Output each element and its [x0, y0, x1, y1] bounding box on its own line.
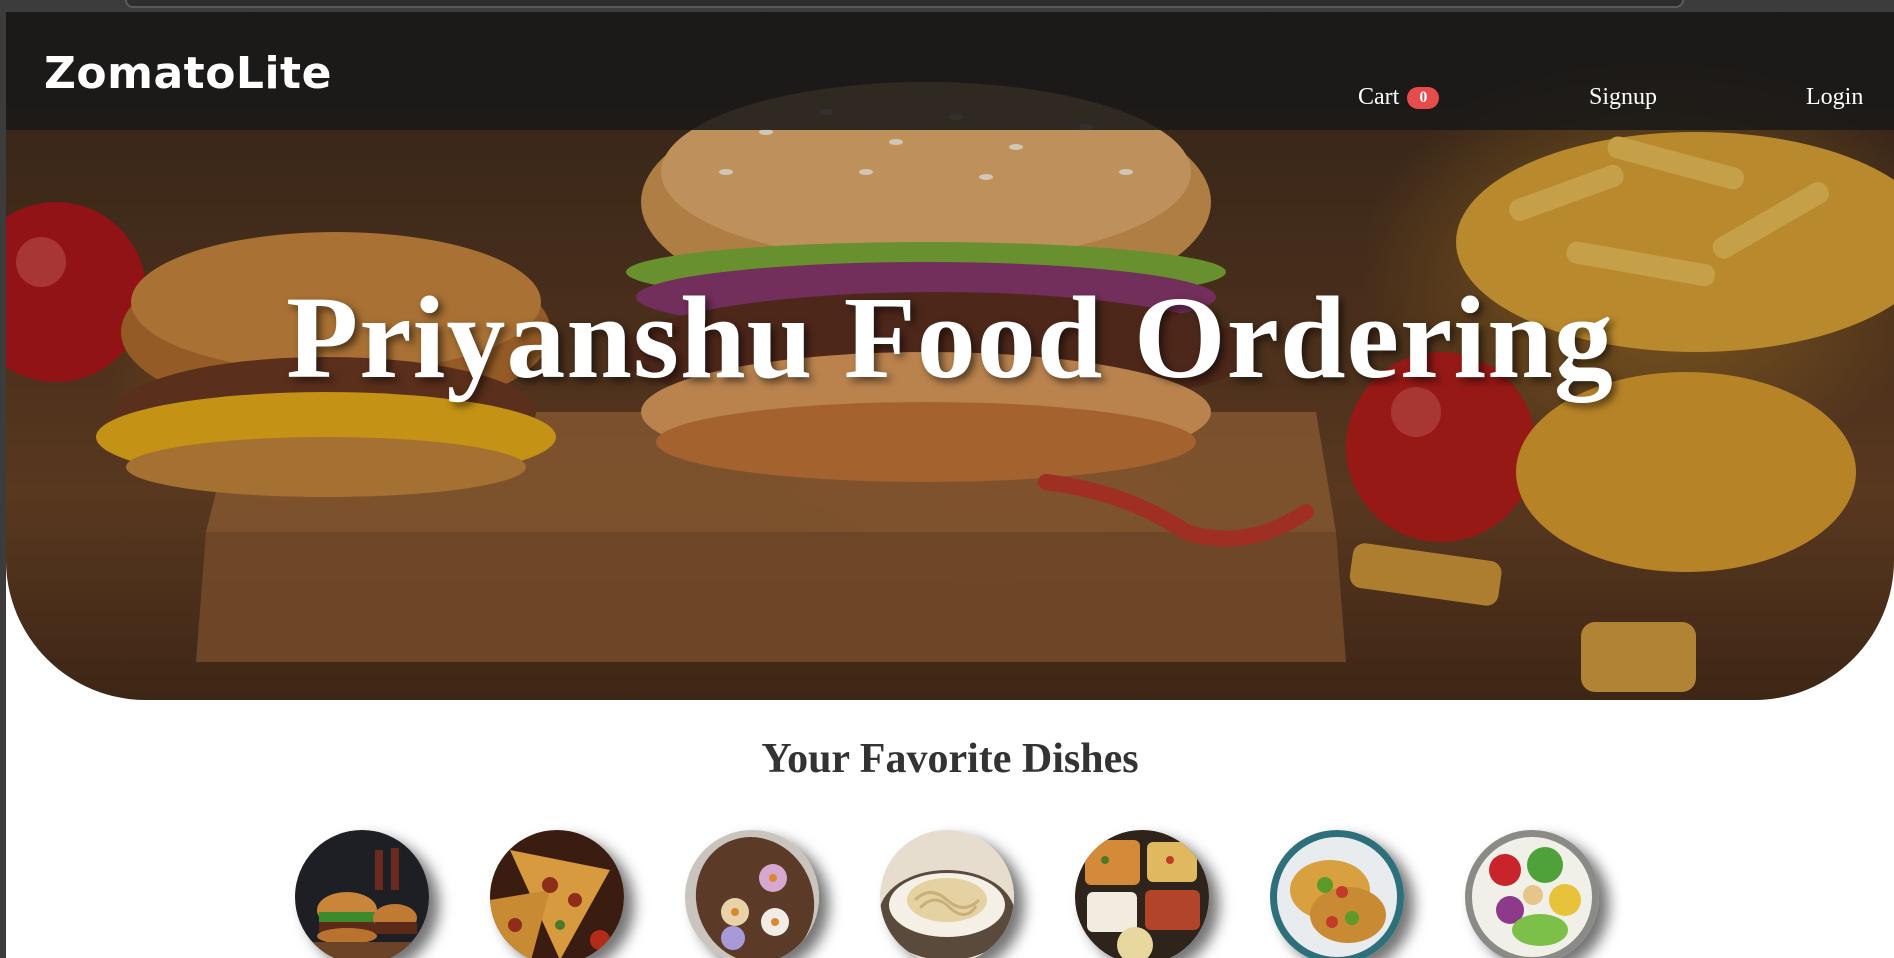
dish-card-pasta[interactable] [880, 830, 1014, 958]
platter-image [1075, 830, 1209, 958]
burger-image [295, 830, 429, 958]
hero-title: Priyanshu Food Ordering [286, 272, 1614, 403]
browser-chrome [0, 0, 1894, 12]
cart-link[interactable]: Cart 0 [1358, 84, 1440, 111]
page-viewport: ZomatoLite Cart 0 Signup Login Priyanshu … [6, 12, 1894, 958]
cart-count-badge: 0 [1407, 87, 1440, 109]
flower-pastry-image [685, 830, 819, 958]
dish-card-flower-pastry[interactable] [685, 830, 819, 958]
top-navbar: ZomatoLite Cart 0 Signup Login [6, 12, 1894, 130]
dish-card-burger[interactable] [295, 830, 429, 958]
browser-address-bar[interactable] [125, 0, 1684, 8]
tacos-image [1270, 830, 1404, 958]
hero-banner: ZomatoLite Cart 0 Signup Login Priyanshu … [6, 12, 1894, 700]
brand-logo[interactable]: ZomatoLite [44, 48, 332, 99]
pasta-image [880, 830, 1014, 958]
dish-card-pizza[interactable] [490, 830, 624, 958]
pizza-image [490, 830, 624, 958]
dish-card-platter[interactable] [1075, 830, 1209, 958]
salad-image [1465, 830, 1599, 958]
dish-card-tacos[interactable] [1270, 830, 1404, 958]
favorites-heading: Your Favorite Dishes [761, 736, 1139, 782]
dish-card-salad[interactable] [1465, 830, 1599, 958]
signup-link[interactable]: Signup [1589, 84, 1657, 111]
login-link[interactable]: Login [1806, 84, 1863, 111]
cart-label: Cart [1358, 84, 1400, 110]
